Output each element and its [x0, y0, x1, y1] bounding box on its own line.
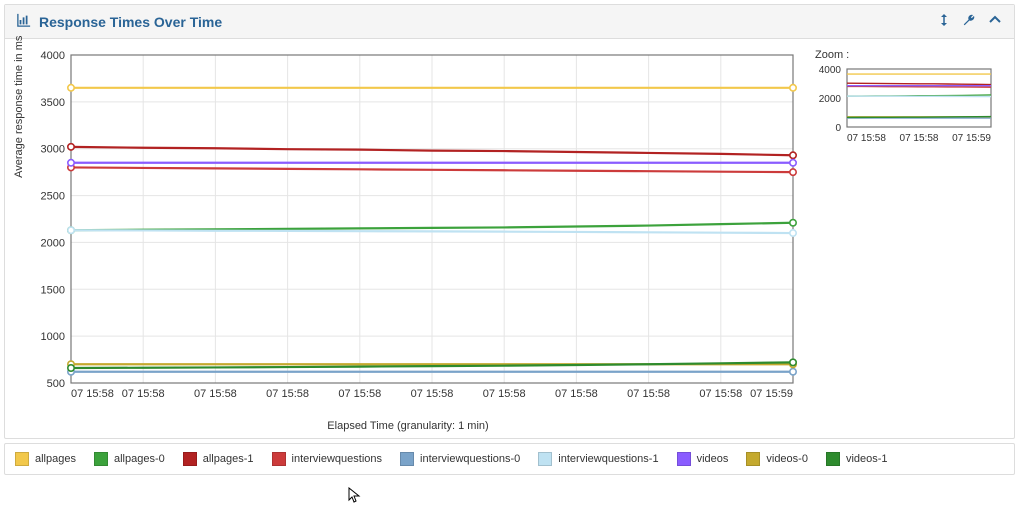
legend-item-allpages-0[interactable]: allpages-0 [94, 452, 165, 466]
svg-text:07 15:59: 07 15:59 [952, 133, 991, 144]
legend-swatch [183, 452, 197, 466]
legend-item-interviewquestions-0[interactable]: interviewquestions-0 [400, 452, 520, 466]
legend: allpages allpages-0 allpages-1 interviewque… [4, 443, 1015, 475]
legend-swatch [677, 452, 691, 466]
cursor-icon [348, 487, 364, 503]
svg-text:07 15:58: 07 15:58 [338, 388, 381, 400]
panel-header: Response Times Over Time [5, 5, 1014, 39]
legend-label: interviewquestions-1 [558, 453, 658, 465]
legend-item-allpages-1[interactable]: allpages-1 [183, 452, 254, 466]
panel-body: Average response time in ms 500 1000 1500 2… [5, 39, 1014, 438]
legend-item-videos-1[interactable]: videos-1 [826, 452, 888, 466]
legend-item-videos[interactable]: videos [677, 452, 729, 466]
legend-swatch [746, 452, 760, 466]
response-times-panel: Response Times Over Time Average respons… [4, 4, 1015, 439]
main-chart[interactable]: 500 1000 1500 2000 2500 3000 3500 4000 07 15:58 0… [13, 49, 803, 409]
legend-item-allpages[interactable]: allpages [15, 452, 76, 466]
resize-vertical-icon[interactable] [938, 13, 950, 30]
legend-label: interviewquestions [292, 453, 383, 465]
panel-actions [938, 13, 1002, 30]
svg-text:3500: 3500 [41, 97, 65, 109]
legend-swatch [826, 452, 840, 466]
svg-text:1000: 1000 [41, 331, 65, 343]
svg-text:07 15:58: 07 15:58 [266, 388, 309, 400]
svg-text:07 15:58: 07 15:58 [122, 388, 165, 400]
svg-text:500: 500 [47, 378, 65, 390]
main-chart-wrap: Average response time in ms 500100015002… [13, 49, 803, 432]
svg-text:07 15:58: 07 15:58 [194, 388, 237, 400]
panel-title: Response Times Over Time [17, 13, 222, 30]
svg-text:2000: 2000 [41, 237, 65, 249]
bar-chart-icon [17, 13, 31, 30]
svg-text:07 15:58: 07 15:58 [411, 388, 454, 400]
x-axis-label: Elapsed Time (granularity: 1 min) [13, 420, 803, 432]
legend-label: videos [697, 453, 729, 465]
legend-swatch [272, 452, 286, 466]
legend-label: allpages [35, 453, 76, 465]
wrench-icon[interactable] [962, 13, 976, 30]
svg-text:07 15:59: 07 15:59 [750, 388, 793, 400]
svg-text:07 15:58: 07 15:58 [71, 388, 114, 400]
svg-text:2500: 2500 [41, 191, 65, 203]
svg-text:07 15:58: 07 15:58 [900, 133, 939, 144]
legend-swatch [400, 452, 414, 466]
panel-title-text: Response Times Over Time [39, 14, 222, 30]
svg-text:07 15:58: 07 15:58 [847, 133, 886, 144]
legend-item-interviewquestions-1[interactable]: interviewquestions-1 [538, 452, 658, 466]
svg-text:2000: 2000 [819, 94, 842, 105]
zoom-label: Zoom : [815, 49, 995, 61]
legend-label: allpages-0 [114, 453, 165, 465]
y-axis-label: Average response time in ms [13, 36, 25, 178]
svg-text:07 15:58: 07 15:58 [627, 388, 670, 400]
legend-item-interviewquestions[interactable]: interviewquestions [272, 452, 383, 466]
svg-text:4000: 4000 [41, 50, 65, 62]
svg-text:1500: 1500 [41, 284, 65, 296]
legend-item-videos-0[interactable]: videos-0 [746, 452, 808, 466]
svg-text:0: 0 [835, 123, 841, 134]
svg-text:07 15:58: 07 15:58 [555, 388, 598, 400]
legend-label: videos-1 [846, 453, 888, 465]
legend-swatch [538, 452, 552, 466]
legend-label: interviewquestions-0 [420, 453, 520, 465]
legend-label: allpages-1 [203, 453, 254, 465]
legend-swatch [15, 452, 29, 466]
zoom-chart[interactable]: 0 2000 4000 07 15:58 07 15:58 07 15:59 [815, 65, 995, 145]
svg-text:4000: 4000 [819, 65, 842, 76]
svg-text:07 15:58: 07 15:58 [699, 388, 742, 400]
legend-swatch [94, 452, 108, 466]
zoom-panel: Zoom : 0 2000 4000 07 15:58 07 15:58 07 15:59 [815, 49, 995, 432]
legend-label: videos-0 [766, 453, 808, 465]
svg-text:3000: 3000 [41, 144, 65, 156]
chevron-up-icon[interactable] [988, 13, 1002, 30]
svg-text:07 15:58: 07 15:58 [483, 388, 526, 400]
